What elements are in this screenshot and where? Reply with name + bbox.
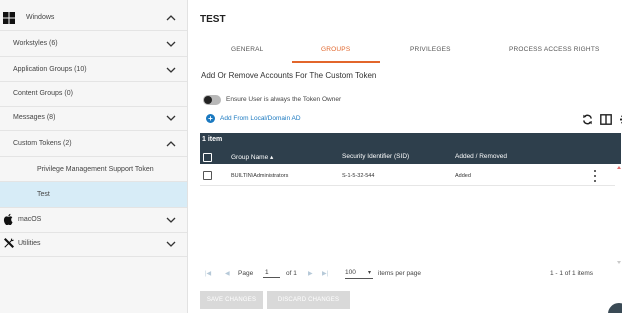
sidebar-item-label: Workstyles (6) bbox=[13, 40, 58, 47]
page-size-value: 100 bbox=[345, 269, 356, 276]
sidebar-item-privilege-management-support-token[interactable]: Privilege Management Support Token bbox=[0, 157, 187, 183]
sidebar-item-label: Windows bbox=[26, 14, 55, 21]
sidebar-item-macos[interactable]: macOS bbox=[0, 207, 187, 233]
column-header-sid[interactable]: Security Identifier (SID) bbox=[342, 153, 409, 160]
sidebar-item-label: Test bbox=[37, 191, 50, 198]
row-checkbox[interactable] bbox=[203, 171, 212, 180]
chevron-down-icon[interactable] bbox=[164, 213, 178, 227]
page-size-select[interactable]: 100 ▾ bbox=[345, 269, 373, 279]
divider bbox=[0, 256, 187, 257]
tab-privileges[interactable]: PRIVILEGES bbox=[410, 46, 451, 53]
toggle-label: Ensure User is always the Token Owner bbox=[226, 96, 342, 103]
pagination: |◀ ◀ Page of 1 ▶ ▶| 100 ▾ items per page… bbox=[200, 268, 621, 282]
columns-icon[interactable] bbox=[600, 113, 612, 125]
cell-group-name: BUILTIN\Administrators bbox=[231, 173, 289, 179]
tools-icon bbox=[4, 238, 14, 248]
token-owner-toggle[interactable] bbox=[203, 95, 221, 105]
sidebar-item-content-groups[interactable]: Content Groups (0) bbox=[0, 81, 187, 107]
sidebar: Windows Workstyles (6) Application Group… bbox=[0, 0, 188, 313]
tab-groups[interactable]: GROUPS bbox=[321, 46, 350, 53]
sidebar-item-label: Privilege Management Support Token bbox=[37, 166, 154, 173]
help-button[interactable] bbox=[606, 301, 622, 313]
tab-process-access-rights[interactable]: PROCESS ACCESS RIGHTS bbox=[509, 46, 600, 53]
plus-circle-icon: + bbox=[206, 114, 215, 123]
grid-scrollbar[interactable] bbox=[617, 166, 621, 266]
chevron-down-icon: ▾ bbox=[367, 270, 371, 276]
select-all-checkbox[interactable] bbox=[203, 153, 212, 162]
page-number-input[interactable] bbox=[263, 268, 280, 278]
page-label: Page bbox=[238, 270, 254, 277]
grid-header: 1 item Group Name ▴ Security Identifier … bbox=[200, 133, 621, 164]
apple-logo-icon bbox=[3, 213, 13, 225]
section-heading: Add Or Remove Accounts For The Custom To… bbox=[201, 71, 377, 80]
sidebar-item-label: macOS bbox=[18, 216, 42, 223]
sidebar-item-test[interactable]: Test bbox=[0, 182, 187, 208]
sidebar-item-label: Utilities bbox=[18, 240, 41, 247]
sidebar-item-label: Application Groups (10) bbox=[13, 66, 87, 73]
last-page-icon[interactable]: ▶| bbox=[322, 270, 328, 277]
sidebar-item-messages[interactable]: Messages (8) bbox=[0, 105, 187, 131]
sidebar-item-label: Messages (8) bbox=[13, 114, 56, 121]
cell-status: Added bbox=[455, 173, 471, 179]
sidebar-item-custom-tokens[interactable]: Custom Tokens (2) bbox=[0, 131, 187, 157]
table-row[interactable]: BUILTIN\Administrators S-1-5-32-544 Adde… bbox=[200, 166, 615, 186]
chevron-down-icon[interactable] bbox=[164, 111, 178, 125]
chevron-down-icon[interactable] bbox=[164, 237, 178, 251]
tab-general[interactable]: GENERAL bbox=[231, 46, 263, 53]
discard-changes-button[interactable]: DISCARD CHANGES bbox=[267, 291, 350, 309]
cell-sid: S-1-5-32-544 bbox=[342, 173, 375, 179]
active-tab-indicator bbox=[292, 61, 380, 63]
windows-logo-icon bbox=[3, 12, 15, 24]
chevron-up-icon[interactable] bbox=[164, 11, 178, 25]
chevron-down-icon[interactable] bbox=[164, 63, 178, 77]
sidebar-item-label: Content Groups (0) bbox=[13, 90, 73, 97]
save-changes-button[interactable]: SAVE CHANGES bbox=[200, 291, 263, 309]
page-summary: 1 - 1 of 1 items bbox=[550, 270, 593, 277]
sidebar-item-utilities[interactable]: Utilities bbox=[0, 231, 187, 257]
add-link-label: Add From Local/Domain AD bbox=[220, 115, 301, 122]
row-menu-icon[interactable] bbox=[594, 170, 598, 182]
column-header-group-name[interactable]: Group Name ▴ bbox=[231, 153, 273, 161]
tab-bar: GENERAL GROUPS PRIVILEGES PROCESS ACCESS… bbox=[189, 40, 622, 64]
sidebar-item-workstyles[interactable]: Workstyles (6) bbox=[0, 31, 187, 57]
first-page-icon[interactable]: |◀ bbox=[205, 270, 211, 277]
sidebar-item-windows[interactable]: Windows bbox=[0, 5, 187, 31]
next-page-icon[interactable]: ▶ bbox=[308, 270, 313, 277]
item-count: 1 item bbox=[202, 136, 223, 143]
refresh-icon[interactable] bbox=[581, 113, 593, 125]
sidebar-item-application-groups[interactable]: Application Groups (10) bbox=[0, 57, 187, 83]
main-panel: TEST GENERAL GROUPS PRIVILEGES PROCESS A… bbox=[189, 0, 622, 313]
page-size-label: items per page bbox=[378, 270, 421, 277]
prev-page-icon[interactable]: ◀ bbox=[225, 270, 230, 277]
sidebar-item-label: Custom Tokens (2) bbox=[13, 140, 72, 147]
page-of-label: of 1 bbox=[286, 270, 297, 277]
chevron-down-icon[interactable] bbox=[164, 37, 178, 51]
page-title: TEST bbox=[200, 14, 226, 25]
column-header-added-removed[interactable]: Added / Removed bbox=[455, 153, 507, 160]
toggle-knob bbox=[204, 96, 212, 104]
add-from-ad-link[interactable]: + Add From Local/Domain AD bbox=[206, 114, 301, 123]
chevron-up-icon[interactable] bbox=[164, 137, 178, 151]
